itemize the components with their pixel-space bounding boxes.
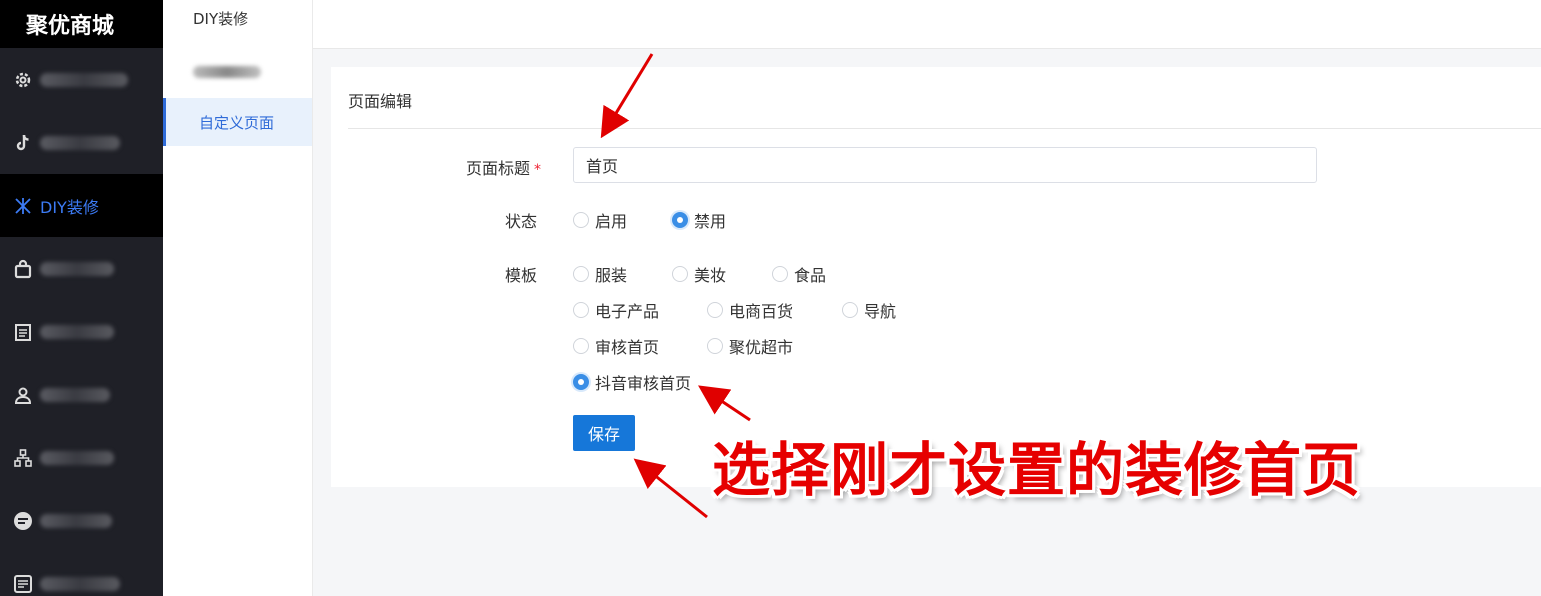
- required-mark: *: [534, 162, 541, 178]
- radio-label: 启用: [595, 212, 628, 231]
- template-radio-department-store[interactable]: 电商百货: [707, 298, 793, 322]
- sidebar-item-settings[interactable]: [0, 48, 163, 111]
- template-radio-clothing[interactable]: 服装: [573, 262, 627, 286]
- template-radio-supermarket[interactable]: 聚优超市: [707, 334, 793, 358]
- radio-circle[interactable]: [707, 302, 723, 318]
- radio-label: 电商百货: [729, 302, 794, 321]
- radio-label: 美妆: [694, 266, 727, 285]
- sidebar-item-label-blurred: [40, 576, 120, 591]
- list-icon: [12, 573, 34, 595]
- radio-circle-checked[interactable]: [672, 212, 688, 228]
- brand-logo: 聚优商城: [0, 0, 163, 48]
- radio-circle[interactable]: [772, 266, 788, 282]
- radio-label: 电子产品: [595, 302, 660, 321]
- sidebar-item-label-blurred: [40, 72, 128, 87]
- sidebar-item-label-blurred: [40, 387, 110, 402]
- sidebar-item-label-blurred: [40, 324, 114, 339]
- sub-navigation: DIY装修 自定义页面: [163, 0, 313, 596]
- annotation-callout: 选择刚才设置的装修首页: [712, 436, 1362, 504]
- sidebar-item-marketing[interactable]: [0, 489, 163, 552]
- tiktok-icon: [12, 132, 34, 154]
- radio-circle[interactable]: [573, 338, 589, 354]
- main-sidebar: 聚优商城 DIY装修: [0, 0, 163, 596]
- title-field-label: 页面标题 *: [421, 155, 541, 179]
- radio-circle-checked[interactable]: [573, 374, 589, 390]
- subnav-item-custom-page[interactable]: 自定义页面: [163, 98, 312, 146]
- diy-icon: [12, 195, 34, 217]
- radio-circle[interactable]: [842, 302, 858, 318]
- sidebar-item-orders[interactable]: [0, 300, 163, 363]
- sidebar-item-content[interactable]: [0, 552, 163, 596]
- radio-label: 禁用: [694, 212, 727, 231]
- card-title: 页面编辑: [348, 92, 413, 111]
- sidebar-item-diy[interactable]: DIY装修: [0, 174, 163, 237]
- status-radio-enable[interactable]: 启用: [573, 208, 627, 232]
- template-radio-beauty[interactable]: 美妆: [672, 262, 726, 286]
- subnav-item-blurred[interactable]: [193, 66, 261, 78]
- sidebar-item-users[interactable]: [0, 363, 163, 426]
- sidebar-item-tiktok[interactable]: [0, 111, 163, 174]
- radio-label: 食品: [794, 266, 827, 285]
- sidebar-item-label: DIY装修: [40, 197, 99, 217]
- page-title-input[interactable]: [573, 147, 1317, 183]
- subnav-title: DIY装修: [193, 10, 249, 28]
- template-radio-food[interactable]: 食品: [772, 262, 826, 286]
- user-icon: [12, 384, 34, 406]
- template-radio-navigation[interactable]: 导航: [842, 298, 896, 322]
- title-label-text: 页面标题: [465, 159, 530, 178]
- save-button[interactable]: 保存: [573, 415, 635, 451]
- radio-circle[interactable]: [573, 302, 589, 318]
- template-radio-review-home[interactable]: 审核首页: [573, 334, 659, 358]
- card-divider: [348, 128, 1541, 129]
- template-label: 模板: [504, 266, 537, 285]
- org-icon: [12, 447, 34, 469]
- template-radio-douyin-review-home[interactable]: 抖音审核首页: [573, 370, 691, 394]
- radio-label: 聚优超市: [729, 338, 794, 357]
- clipboard-icon: [12, 321, 34, 343]
- sidebar-item-label-blurred: [40, 261, 114, 276]
- radio-label: 审核首页: [595, 338, 660, 357]
- chat-icon: [12, 510, 34, 532]
- status-radio-disable[interactable]: 禁用: [672, 208, 726, 232]
- radio-circle[interactable]: [707, 338, 723, 354]
- template-radio-electronics[interactable]: 电子产品: [573, 298, 659, 322]
- radio-label: 导航: [864, 302, 897, 321]
- sidebar-item-label-blurred: [40, 450, 114, 465]
- top-bar: [313, 0, 1541, 49]
- sidebar-item-distribution[interactable]: [0, 426, 163, 489]
- radio-circle[interactable]: [672, 266, 688, 282]
- radio-label: 抖音审核首页: [595, 374, 692, 393]
- radio-circle[interactable]: [573, 266, 589, 282]
- sidebar-item-label-blurred: [40, 135, 120, 150]
- gear-icon: [12, 69, 34, 91]
- radio-label: 服装: [595, 266, 628, 285]
- sidebar-item-goods[interactable]: [0, 237, 163, 300]
- status-label: 状态: [504, 212, 537, 231]
- radio-circle[interactable]: [573, 212, 589, 228]
- bag-icon: [12, 258, 34, 280]
- sidebar-item-label-blurred: [40, 513, 112, 528]
